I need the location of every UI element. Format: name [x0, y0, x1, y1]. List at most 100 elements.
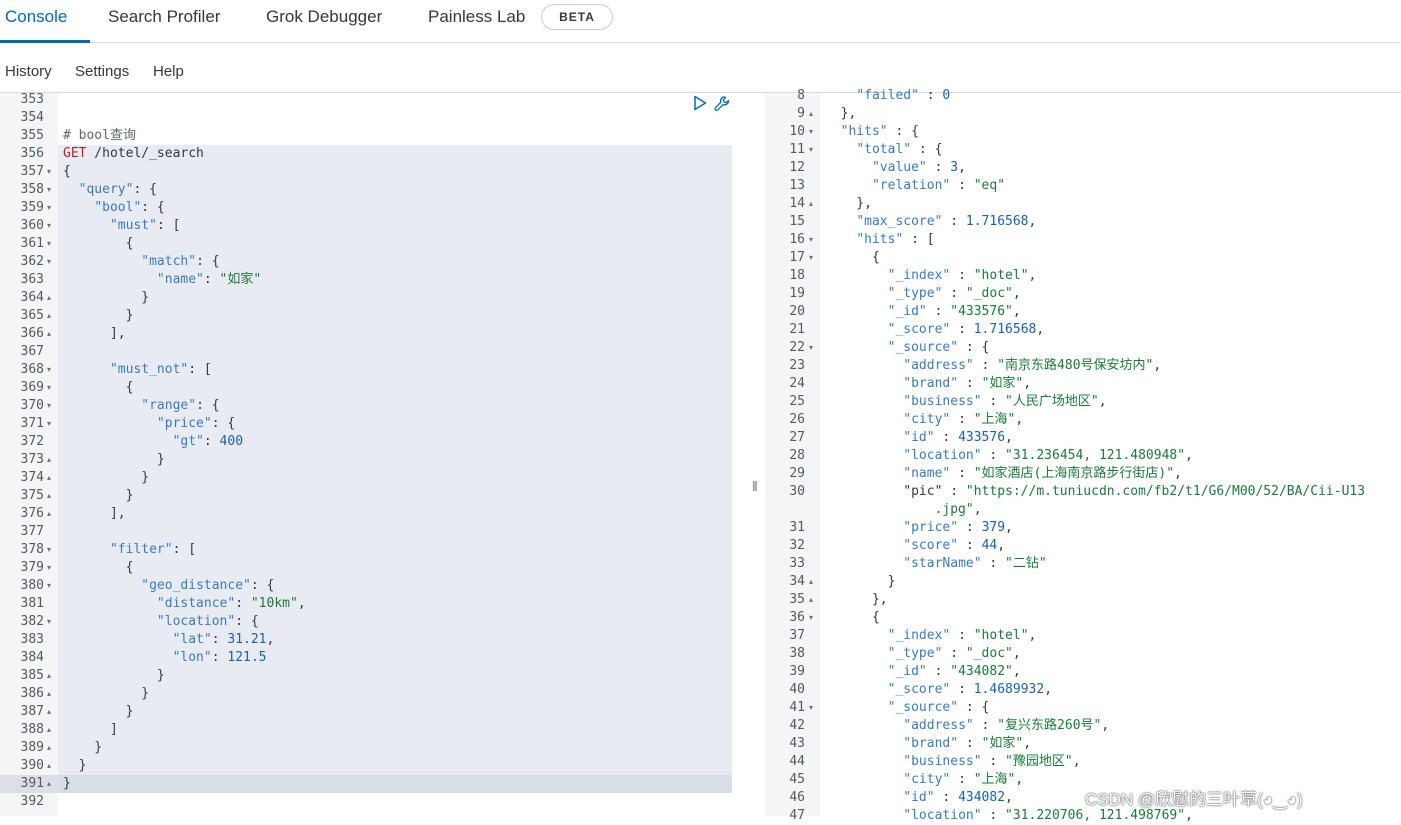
fold-toggle-icon[interactable]: ▾: [47, 559, 55, 577]
req-code-line: "lat": 31.21,: [172, 632, 275, 647]
tab-grok-debugger[interactable]: Grok Debugger: [266, 0, 382, 43]
fold-toggle-icon[interactable]: ▾: [47, 379, 55, 397]
req-line-number: 385: [20, 668, 44, 683]
req-line-number: 360: [20, 218, 44, 233]
fold-toggle-icon[interactable]: ▾: [47, 253, 55, 271]
req-line-number: 391: [20, 776, 44, 791]
fold-toggle-icon[interactable]: ▾: [47, 541, 55, 559]
req-line-number: 375: [20, 488, 44, 503]
req-line-number: 373: [20, 452, 44, 467]
res-code-line: "_score" : 1.4689932,: [887, 682, 1053, 697]
tab-search-profiler[interactable]: Search Profiler: [108, 0, 220, 43]
res-code-line: "_type" : "_doc",: [887, 646, 1021, 661]
res-line-number: 18: [789, 268, 805, 283]
req-code-line: }: [63, 290, 150, 305]
req-code-line: }: [63, 776, 71, 791]
res-code-line: "value" : 3,: [871, 160, 966, 175]
req-line-number: 361: [20, 236, 44, 251]
fold-toggle-icon[interactable]: ▾: [809, 609, 817, 627]
res-line-number: 43: [789, 736, 805, 751]
fold-toggle-icon[interactable]: ▾: [47, 199, 55, 217]
fold-toggle-icon[interactable]: ▾: [47, 415, 55, 433]
fold-toggle-icon[interactable]: ▾: [809, 249, 817, 267]
fold-toggle-icon[interactable]: ▾: [809, 699, 817, 717]
req-line-number: 376: [20, 506, 44, 521]
fold-toggle-icon[interactable]: ▾: [47, 613, 55, 631]
req-line-number: 378: [20, 542, 44, 557]
console-menu-bar: History Settings Help: [0, 43, 1401, 93]
wrench-icon[interactable]: [713, 95, 731, 113]
req-line-number: 362: [20, 254, 44, 269]
fold-end-icon: ▴: [47, 779, 52, 788]
res-line-number: 28: [789, 448, 805, 463]
res-line-number: 45: [789, 772, 805, 787]
menu-history[interactable]: History: [5, 63, 52, 80]
active-line-highlight: [58, 775, 732, 793]
req-line-number: 388: [20, 722, 44, 737]
req-line-number: 366: [20, 326, 44, 341]
fold-toggle-icon[interactable]: ▾: [47, 181, 55, 199]
res-code-line: "_id" : "434082",: [887, 664, 1021, 679]
req-line-number: 371: [20, 416, 44, 431]
req-line-number: 357: [20, 164, 44, 179]
res-code-line: "business" : "豫园地区",: [903, 754, 1081, 769]
req-line-number: 369: [20, 380, 44, 395]
res-line-number: 12: [789, 160, 805, 175]
res-line-number: 24: [789, 376, 805, 391]
req-line-number: 355: [20, 128, 44, 143]
menu-settings[interactable]: Settings: [75, 63, 129, 80]
req-line-number: 379: [20, 560, 44, 575]
res-line-number: 37: [789, 628, 805, 643]
fold-toggle-icon[interactable]: ▾: [809, 339, 817, 357]
req-line-number: 356: [20, 146, 44, 161]
play-icon[interactable]: [692, 95, 708, 111]
fold-toggle-icon[interactable]: ▾: [47, 163, 55, 181]
pane-resize-handle[interactable]: ‖: [752, 478, 758, 494]
res-line-number: 26: [789, 412, 805, 427]
fold-end-icon: ▴: [809, 199, 814, 208]
res-code-line: "_id" : "433576",: [887, 304, 1021, 319]
pane-divider[interactable]: [735, 93, 765, 816]
req-code-line: "bool": {: [94, 200, 165, 215]
fold-toggle-icon[interactable]: ▾: [47, 397, 55, 415]
req-code-line: }: [63, 470, 150, 485]
res-code-line: "id" : 433576,: [903, 430, 1013, 445]
tab-painless-lab[interactable]: Painless Lab: [428, 0, 525, 43]
req-code-line: "range": {: [141, 398, 220, 413]
req-line-number: 377: [20, 524, 44, 539]
res-code-line: "id" : 434082,: [903, 790, 1013, 805]
req-code-line: "must_not": [: [109, 362, 212, 377]
fold-toggle-icon[interactable]: ▾: [809, 123, 817, 141]
tab-console[interactable]: Console: [5, 0, 67, 43]
fold-toggle-icon[interactable]: ▾: [47, 361, 55, 379]
req-code-line: ],: [63, 506, 126, 521]
res-code-line: .jpg",: [934, 502, 982, 517]
fold-end-icon: ▴: [47, 707, 52, 716]
req-code-line: {: [63, 236, 134, 251]
fold-toggle-icon[interactable]: ▾: [809, 141, 817, 159]
res-line-number: 14: [789, 196, 805, 211]
fold-toggle-icon[interactable]: ▾: [809, 231, 817, 249]
req-line-number: 354: [20, 110, 44, 125]
fold-toggle-icon[interactable]: ▾: [47, 235, 55, 253]
request-highlight: [58, 145, 732, 793]
fold-end-icon: ▴: [47, 509, 52, 518]
fold-toggle-icon[interactable]: ▾: [47, 577, 55, 595]
res-code-line: "hits" : [: [856, 232, 935, 247]
fold-end-icon: ▴: [47, 455, 52, 464]
req-line-number: 353: [20, 92, 44, 107]
res-code-line: "pic" : "https://m.tuniucdn.com/fb2/t1/G…: [825, 484, 1366, 499]
req-line-number: 387: [20, 704, 44, 719]
req-line-number: 370: [20, 398, 44, 413]
req-code-line: "query": {: [78, 182, 157, 197]
req-code-line: }: [63, 668, 165, 683]
res-code-line: "_source" : {: [887, 340, 990, 355]
res-code-line: "brand" : "如家",: [903, 736, 1032, 751]
req-line-number: 372: [20, 434, 44, 449]
res-code-line: "business" : "人民广场地区",: [903, 394, 1107, 409]
fold-toggle-icon[interactable]: ▾: [47, 217, 55, 235]
menu-help[interactable]: Help: [153, 63, 184, 80]
fold-end-icon: ▴: [47, 743, 52, 752]
fold-end-icon: ▴: [47, 311, 52, 320]
res-code-line: "price" : 379,: [903, 520, 1013, 535]
